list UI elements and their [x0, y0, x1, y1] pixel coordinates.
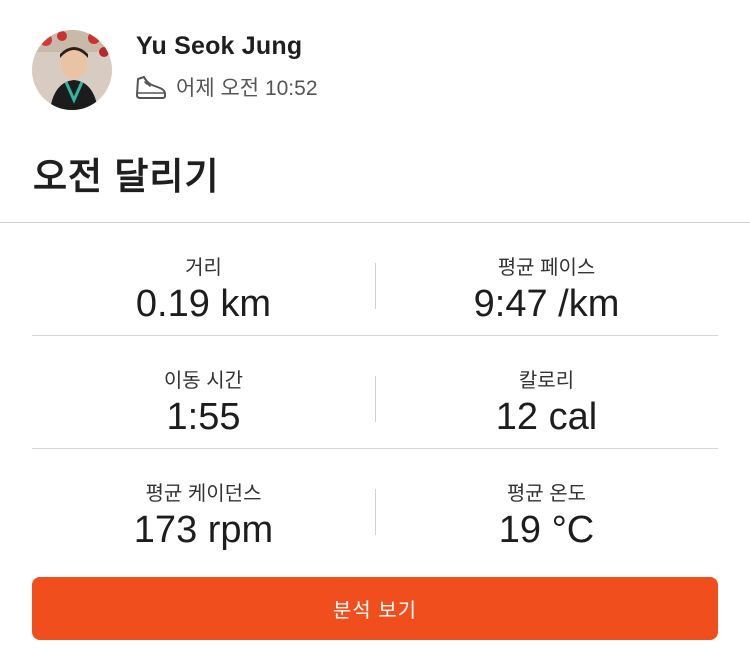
running-shoe-icon — [134, 73, 168, 101]
stat-label: 평균 온도 — [506, 483, 587, 505]
stats-row: 이동 시간 1:55 칼로리 12 cal — [32, 336, 718, 449]
stats-grid: 거리 0.19 km 평균 페이스 9:47 /km 이동 시간 1:55 칼로… — [32, 223, 718, 561]
activity-meta: 어제 오전 10:52 — [134, 70, 318, 104]
stat-avg-temperature: 평균 온도 19 °C — [375, 449, 718, 561]
stat-label: 칼로리 — [518, 370, 575, 392]
stat-label: 거리 — [185, 257, 222, 279]
stat-label: 평균 케이던스 — [145, 483, 262, 505]
stat-distance: 거리 0.19 km — [32, 223, 375, 335]
stats-row: 거리 0.19 km 평균 페이스 9:47 /km — [32, 223, 718, 336]
stat-label: 이동 시간 — [163, 370, 244, 392]
activity-header: Yu Seok Jung 어제 오전 10:52 오전 달리기 — [0, 0, 750, 220]
stat-avg-pace: 평균 페이스 9:47 /km — [375, 223, 718, 335]
stats-row: 평균 케이던스 173 rpm 평균 온도 19 °C — [32, 449, 718, 561]
stat-calories: 칼로리 12 cal — [375, 336, 718, 448]
stat-moving-time: 이동 시간 1:55 — [32, 336, 375, 448]
stat-value: 1:55 — [166, 396, 241, 438]
stat-value: 173 rpm — [133, 509, 274, 551]
stat-value: 12 cal — [495, 396, 598, 438]
activity-timestamp: 어제 오전 10:52 — [176, 77, 318, 100]
stat-label: 평균 페이스 — [497, 257, 596, 279]
avatar-photo — [32, 30, 112, 110]
stat-value: 0.19 km — [135, 283, 272, 325]
view-analysis-button[interactable]: 분석 보기 — [32, 577, 718, 640]
user-name[interactable]: Yu Seok Jung — [136, 32, 302, 61]
avatar[interactable] — [32, 30, 112, 110]
stat-value: 9:47 /km — [473, 283, 620, 325]
stat-avg-cadence: 평균 케이던스 173 rpm — [32, 449, 375, 561]
stat-value: 19 °C — [498, 509, 595, 551]
activity-title[interactable]: 오전 달리기 — [33, 146, 219, 200]
